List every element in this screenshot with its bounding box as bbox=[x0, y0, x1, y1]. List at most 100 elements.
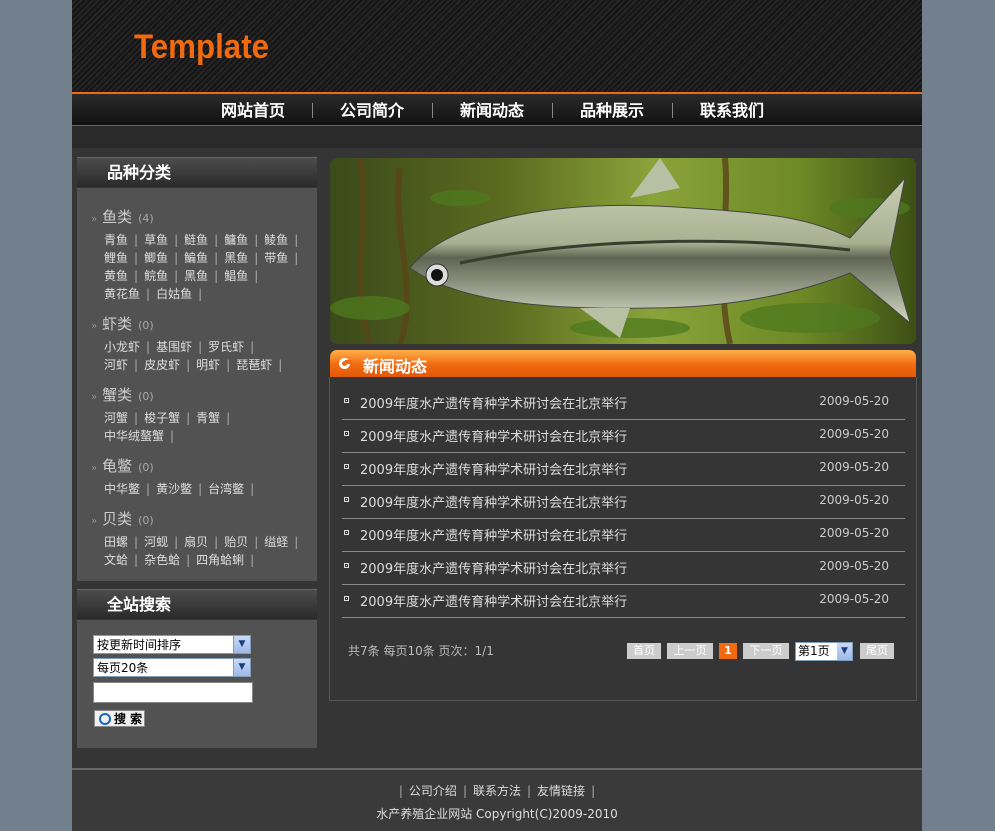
news-item[interactable]: 2009年度水产遗传育种学术研讨会在北京举行 2009-05-20 bbox=[342, 452, 905, 486]
category-item-link[interactable]: 鲫鱼 bbox=[144, 251, 168, 265]
category-name: 龟鳖 bbox=[102, 457, 133, 475]
news-item[interactable]: 2009年度水产遗传育种学术研讨会在北京举行 2009-05-20 bbox=[342, 485, 905, 519]
bullet-icon bbox=[344, 530, 349, 535]
search-icon bbox=[99, 713, 111, 725]
news-item-title[interactable]: 2009年度水产遗传育种学术研讨会在北京举行 bbox=[360, 558, 627, 577]
last-page-button[interactable]: 尾页 bbox=[860, 643, 894, 659]
page-select-value: 第1页 bbox=[798, 644, 830, 658]
category-item-link[interactable]: 鳊鱼 bbox=[184, 251, 208, 265]
footer-link-friends[interactable]: 友情链接 bbox=[537, 784, 585, 798]
footer-links: | 公司介绍 | 联系方法 | 友情链接 | bbox=[398, 784, 596, 798]
news-item-title[interactable]: 2009年度水产遗传育种学术研讨会在北京举行 bbox=[360, 591, 627, 610]
category-heading[interactable]: » 蟹类 (0) bbox=[91, 384, 154, 404]
category-count: (0) bbox=[138, 319, 154, 332]
bullet-icon bbox=[344, 596, 349, 601]
search-button[interactable]: 搜 索 bbox=[94, 710, 145, 727]
category-item-link[interactable]: 鲤鱼 bbox=[104, 251, 128, 265]
nav-contact[interactable]: 联系我们 bbox=[672, 94, 792, 125]
category-item-link[interactable]: 黑鱼 bbox=[184, 269, 208, 283]
category-item-link[interactable]: 杂色蛤 bbox=[144, 553, 180, 567]
category-heading[interactable]: » 鱼类 (4) bbox=[91, 206, 154, 226]
news-item[interactable]: 2009年度水产遗传育种学术研讨会在北京举行 2009-05-20 bbox=[342, 518, 905, 552]
category-item-link[interactable]: 黑鱼 bbox=[224, 251, 248, 265]
news-item-title[interactable]: 2009年度水产遗传育种学术研讨会在北京举行 bbox=[360, 525, 627, 544]
category-item-link[interactable]: 明虾 bbox=[196, 358, 220, 372]
news-item[interactable]: 2009年度水产遗传育种学术研讨会在北京举行 2009-05-20 bbox=[342, 419, 905, 453]
main-nav: 网站首页 公司简介 新闻动态 品种展示 联系我们 bbox=[72, 94, 922, 126]
news-item-title[interactable]: 2009年度水产遗传育种学术研讨会在北京举行 bbox=[360, 459, 627, 478]
category-item-link[interactable]: 河蚬 bbox=[144, 535, 168, 549]
news-item-title[interactable]: 2009年度水产遗传育种学术研讨会在北京举行 bbox=[360, 492, 627, 511]
double-chevron-right-icon: » bbox=[91, 516, 98, 527]
category-item-link[interactable]: 鲮鱼 bbox=[264, 233, 288, 247]
category-name: 鱼类 bbox=[102, 208, 133, 226]
news-item[interactable]: 2009年度水产遗传育种学术研讨会在北京举行 2009-05-20 bbox=[342, 386, 905, 420]
category-item-link[interactable]: 罗氏虾 bbox=[208, 340, 244, 354]
nav-home[interactable]: 网站首页 bbox=[193, 94, 313, 125]
category-heading[interactable]: » 龟鳖 (0) bbox=[91, 455, 154, 475]
nav-products[interactable]: 品种展示 bbox=[552, 94, 672, 125]
category-heading[interactable]: » 贝类 (0) bbox=[91, 508, 154, 528]
page-select[interactable]: 第1页 ▼ bbox=[795, 642, 853, 661]
category-item-link[interactable]: 青蟹 bbox=[196, 411, 220, 425]
category-item-link[interactable]: 鳙鱼 bbox=[224, 233, 248, 247]
category-item-link[interactable]: 中华鳖 bbox=[104, 482, 140, 496]
news-item-title[interactable]: 2009年度水产遗传育种学术研讨会在北京举行 bbox=[360, 393, 627, 412]
category-item-link[interactable]: 鲳鱼 bbox=[224, 269, 248, 283]
category-item-link[interactable]: 河蟹 bbox=[104, 411, 128, 425]
category-item-link[interactable]: 台湾鳖 bbox=[208, 482, 244, 496]
category-count: (0) bbox=[138, 390, 154, 403]
bullet-icon bbox=[344, 563, 349, 568]
search-input[interactable] bbox=[93, 682, 253, 703]
category-item-link[interactable]: 青鱼 bbox=[104, 233, 128, 247]
chevron-down-icon: ▼ bbox=[837, 643, 852, 660]
first-page-button[interactable]: 首页 bbox=[627, 643, 661, 659]
double-chevron-right-icon: » bbox=[91, 321, 98, 332]
nav-about[interactable]: 公司简介 bbox=[312, 94, 432, 125]
category-items-row: 青鱼 | 草鱼 | 鲢鱼 | 鳙鱼 | 鲮鱼 | bbox=[104, 233, 299, 247]
category-item-link[interactable]: 皮皮虾 bbox=[144, 358, 180, 372]
category-item-link[interactable]: 黄沙鳖 bbox=[156, 482, 192, 496]
category-item-link[interactable]: 小龙虾 bbox=[104, 340, 140, 354]
category-item-link[interactable]: 琵琶虾 bbox=[236, 358, 272, 372]
category-name: 贝类 bbox=[102, 510, 133, 528]
category-item-link[interactable]: 黄鱼 bbox=[104, 269, 128, 283]
category-item-link[interactable]: 扇贝 bbox=[184, 535, 208, 549]
footer-link-contact[interactable]: 联系方法 bbox=[473, 784, 521, 798]
category-title-bar: 品种分类 bbox=[77, 157, 317, 187]
category-item-link[interactable]: 白姑鱼 bbox=[156, 287, 192, 301]
category-item-link[interactable]: 黄花鱼 bbox=[104, 287, 140, 301]
per-page-select[interactable]: 每页20条 ▼ bbox=[93, 658, 251, 677]
category-item-link[interactable]: 文蛤 bbox=[104, 553, 128, 567]
news-item[interactable]: 2009年度水产遗传育种学术研讨会在北京举行 2009-05-20 bbox=[342, 584, 905, 618]
category-item-link[interactable]: 田螺 bbox=[104, 535, 128, 549]
category-item-link[interactable]: 缢蛏 bbox=[264, 535, 288, 549]
footer-link-about[interactable]: 公司介绍 bbox=[409, 784, 457, 798]
category-item-link[interactable]: 带鱼 bbox=[264, 251, 288, 265]
current-page[interactable]: 1 bbox=[719, 643, 737, 659]
bullet-icon bbox=[344, 497, 349, 502]
category-item-link[interactable]: 四角蛤蜊 bbox=[196, 553, 244, 567]
next-page-button[interactable]: 下一页 bbox=[743, 643, 789, 659]
news-item[interactable]: 2009年度水产遗传育种学术研讨会在北京举行 2009-05-20 bbox=[342, 551, 905, 585]
category-item-link[interactable]: 基围虾 bbox=[156, 340, 192, 354]
site-logo[interactable]: Template bbox=[134, 28, 269, 67]
nav-news[interactable]: 新闻动态 bbox=[432, 94, 552, 125]
category-item-link[interactable]: 河虾 bbox=[104, 358, 128, 372]
category-item-link[interactable]: 鲢鱼 bbox=[184, 233, 208, 247]
category-item-link[interactable]: 贻贝 bbox=[224, 535, 248, 549]
category-item-link[interactable]: 梭子蟹 bbox=[144, 411, 180, 425]
news-item-date: 2009-05-20 bbox=[819, 394, 889, 408]
category-title: 品种分类 bbox=[107, 163, 172, 182]
news-item-title[interactable]: 2009年度水产遗传育种学术研讨会在北京举行 bbox=[360, 426, 627, 445]
prev-page-button[interactable]: 上一页 bbox=[667, 643, 713, 659]
chevron-down-icon: ▼ bbox=[233, 659, 250, 676]
category-heading[interactable]: » 虾类 (0) bbox=[91, 313, 154, 333]
category-items-row: 河虾 | 皮皮虾 | 明虾 | 琵琶虾 | bbox=[104, 358, 283, 372]
category-item-link[interactable]: 草鱼 bbox=[144, 233, 168, 247]
category-item-link[interactable]: 中华绒螯蟹 bbox=[104, 429, 164, 443]
sort-select[interactable]: 按更新时间排序 ▼ bbox=[93, 635, 251, 654]
bullet-icon bbox=[344, 398, 349, 403]
news-item-date: 2009-05-20 bbox=[819, 526, 889, 540]
category-item-link[interactable]: 鲩鱼 bbox=[144, 269, 168, 283]
